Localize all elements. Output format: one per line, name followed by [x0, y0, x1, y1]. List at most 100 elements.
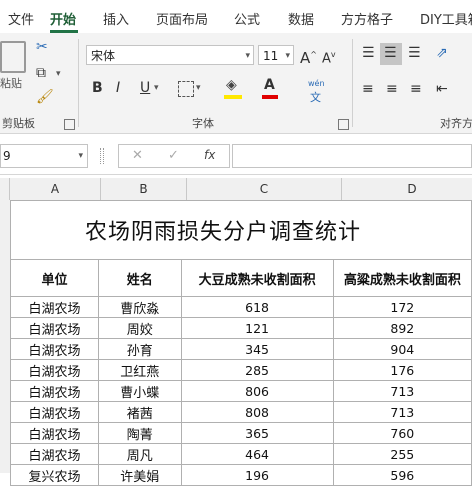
cell[interactable]: 曹欣淼: [98, 296, 182, 318]
cell[interactable]: 713: [332, 401, 472, 423]
table-row: 白湖农场 周姣 121 892: [9, 317, 472, 339]
cell[interactable]: 周凡: [98, 443, 182, 465]
column-header-c[interactable]: C: [187, 178, 342, 200]
spreadsheet-grid: 农场阴雨损失分户调查统计 单位 姓名 大豆成熟未收割面积 高粱成熟未收割面积 白…: [9, 200, 472, 486]
formula-input[interactable]: [232, 144, 472, 168]
cell[interactable]: 760: [332, 422, 472, 444]
tab-insert[interactable]: 插入: [103, 9, 129, 28]
cell[interactable]: 白湖农场: [9, 443, 100, 465]
decrease-indent-icon[interactable]: ⇤: [436, 81, 448, 97]
alignment-group-label: 对齐方式: [440, 117, 472, 130]
bold-button[interactable]: B: [92, 80, 103, 96]
fill-color-swatch: [224, 95, 242, 99]
header-cell[interactable]: 大豆成熟未收割面积: [180, 259, 334, 297]
cell[interactable]: 806: [180, 380, 334, 402]
paste-label[interactable]: 粘贴: [0, 75, 22, 91]
table-row: 白湖农场 孙育 345 904: [9, 338, 472, 360]
cell[interactable]: 176: [332, 359, 472, 381]
font-color-icon[interactable]: A: [264, 77, 275, 93]
table-row: 白湖农场 曹小蝶 806 713: [9, 380, 472, 402]
header-cell[interactable]: 姓名: [98, 259, 182, 297]
cell[interactable]: 曹小蝶: [98, 380, 182, 402]
cell[interactable]: 白湖农场: [9, 422, 100, 444]
cell[interactable]: 892: [332, 317, 472, 339]
chevron-down-icon[interactable]: ▾: [196, 83, 201, 93]
clipboard-launcher-icon[interactable]: [64, 119, 75, 130]
cell[interactable]: 白湖农场: [9, 317, 100, 339]
group-divider: [78, 39, 79, 127]
cell[interactable]: 白湖农场: [9, 296, 100, 318]
underline-button[interactable]: U: [140, 80, 150, 96]
cell[interactable]: 255: [332, 443, 472, 465]
chevron-down-icon[interactable]: ▾: [154, 83, 159, 93]
ribbon-tab-bar: 文件 开始 插入 页面布局 公式 数据 方方格子 DIY工具箱: [0, 0, 472, 33]
cell[interactable]: 复兴农场: [9, 464, 100, 486]
fill-color-icon[interactable]: ◈: [226, 77, 237, 93]
cell[interactable]: 白湖农场: [9, 380, 100, 402]
paste-icon[interactable]: [0, 41, 26, 73]
enter-icon[interactable]: ✓: [168, 148, 179, 163]
insert-function-icon[interactable]: fx: [204, 148, 215, 162]
orientation-icon[interactable]: ⇗: [436, 45, 448, 61]
cell[interactable]: 596: [332, 464, 472, 486]
cell[interactable]: 周姣: [98, 317, 182, 339]
sheet-title[interactable]: 农场阴雨损失分户调查统计: [10, 200, 472, 260]
chevron-down-icon[interactable]: ▾: [56, 69, 61, 79]
cell[interactable]: 808: [180, 401, 334, 423]
font-size-select[interactable]: 11 ▾: [258, 45, 294, 65]
column-header-b[interactable]: B: [101, 178, 187, 200]
cell[interactable]: 196: [180, 464, 334, 486]
column-header-a[interactable]: A: [10, 178, 101, 200]
cell[interactable]: 172: [332, 296, 472, 318]
column-header-d[interactable]: D: [342, 178, 472, 200]
copy-icon[interactable]: ⧉: [36, 65, 46, 81]
font-name-select[interactable]: 宋体 ▾: [86, 45, 254, 65]
tab-data[interactable]: 数据: [288, 9, 314, 28]
cell[interactable]: 365: [180, 422, 334, 444]
cell[interactable]: 121: [180, 317, 334, 339]
decrease-font-icon[interactable]: Av: [322, 47, 336, 67]
align-right-icon[interactable]: ≡: [410, 81, 422, 97]
table-row: 白湖农场 卫红燕 285 176: [9, 359, 472, 381]
phonetic-icon[interactable]: wén: [308, 79, 325, 88]
cell[interactable]: 陶菁: [98, 422, 182, 444]
cancel-icon[interactable]: ✕: [132, 148, 143, 163]
align-center-icon[interactable]: ≡: [386, 81, 398, 97]
cell[interactable]: 褚茜: [98, 401, 182, 423]
cell[interactable]: 285: [180, 359, 334, 381]
tab-formulas[interactable]: 公式: [234, 9, 260, 28]
format-painter-icon[interactable]: 🖌: [36, 89, 54, 105]
align-middle-icon[interactable]: ☰: [384, 45, 397, 61]
chevron-down-icon: ▾: [78, 151, 83, 161]
cell[interactable]: 白湖农场: [9, 359, 100, 381]
cell[interactable]: 白湖农场: [9, 338, 100, 360]
cell[interactable]: 孙育: [98, 338, 182, 360]
cell[interactable]: 白湖农场: [9, 401, 100, 423]
select-all-corner[interactable]: [0, 178, 10, 200]
align-top-icon[interactable]: ☰: [362, 45, 375, 61]
tab-file[interactable]: 文件: [8, 9, 34, 28]
cell[interactable]: 464: [180, 443, 334, 465]
font-color-swatch: [262, 95, 278, 99]
font-launcher-icon[interactable]: [338, 119, 349, 130]
cell[interactable]: 345: [180, 338, 334, 360]
cell[interactable]: 713: [332, 380, 472, 402]
align-bottom-icon[interactable]: ☰: [408, 45, 421, 61]
tab-diy-tools[interactable]: DIY工具箱: [420, 9, 472, 28]
increase-font-icon[interactable]: A^: [300, 47, 317, 66]
cell[interactable]: 卫红燕: [98, 359, 182, 381]
italic-button[interactable]: I: [116, 80, 120, 96]
cut-icon[interactable]: ✂: [36, 39, 48, 55]
name-box[interactable]: 9 ▾: [0, 144, 88, 168]
cell[interactable]: 许美娟: [98, 464, 182, 486]
resize-handle[interactable]: [100, 148, 104, 164]
tab-page-layout[interactable]: 页面布局: [156, 9, 208, 28]
tab-fangfang[interactable]: 方方格子: [341, 9, 393, 28]
header-cell[interactable]: 高粱成熟未收割面积: [332, 259, 472, 297]
borders-icon[interactable]: [178, 81, 194, 97]
align-left-icon[interactable]: ≡: [362, 81, 374, 97]
cell[interactable]: 904: [332, 338, 472, 360]
tab-home[interactable]: 开始: [50, 9, 76, 28]
header-cell[interactable]: 单位: [9, 259, 100, 297]
cell[interactable]: 618: [180, 296, 334, 318]
